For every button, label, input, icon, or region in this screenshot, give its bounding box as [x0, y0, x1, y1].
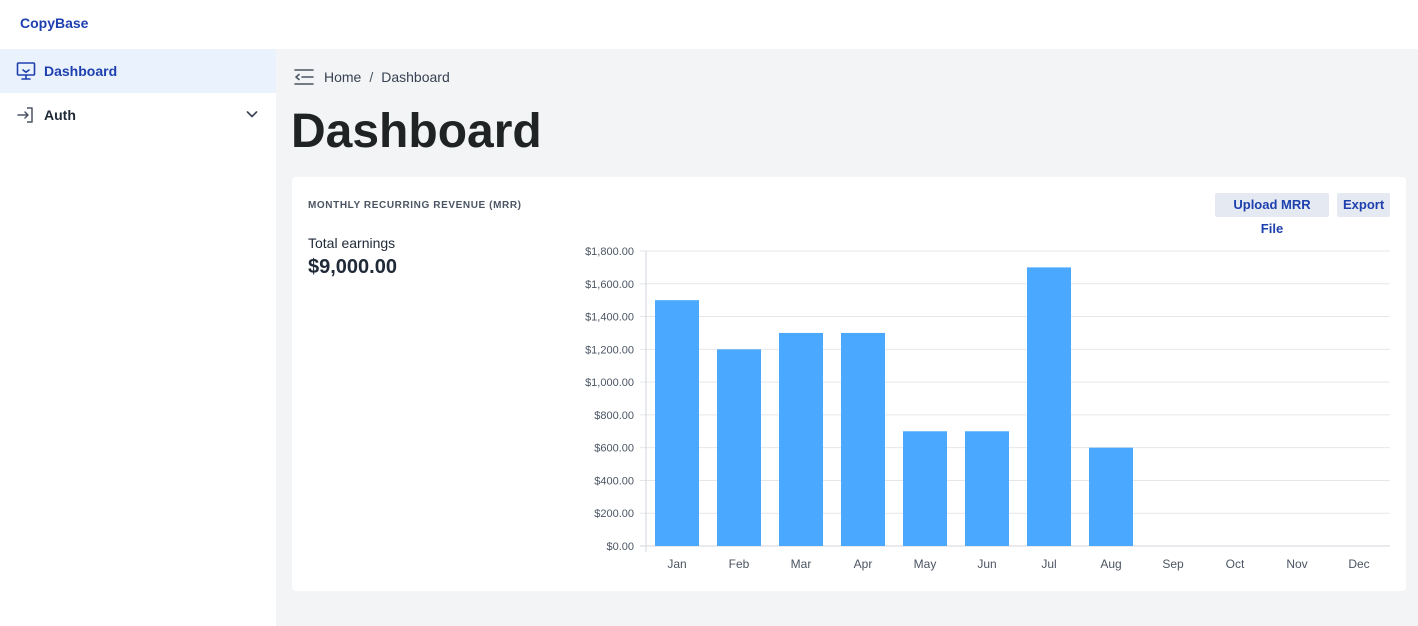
sidebar-item-label: Dashboard	[44, 63, 118, 79]
bar	[903, 431, 947, 546]
mrr-card: $0.00 $200.00 $400.00 $600.00 $800.00 $1,000.…	[292, 177, 1406, 591]
bar	[779, 332, 823, 546]
total-earnings-value: $9,000.00	[308, 256, 397, 278]
brand-logo[interactable]: CopyBase	[20, 15, 88, 31]
bar	[717, 349, 761, 546]
y-tick-label: $1,400.00	[585, 312, 634, 324]
export-button[interactable]: Export	[1337, 193, 1390, 217]
breadcrumb: Home / Dashboard	[293, 66, 450, 88]
y-tick-label: $1,000.00	[585, 377, 634, 389]
sidebar-item-auth[interactable]: Auth	[0, 93, 276, 137]
page-title: Dashboard	[291, 105, 542, 158]
top-bar: CopyBase	[0, 0, 1418, 49]
total-earnings-label: Total earnings	[308, 235, 396, 251]
x-tick-label: May	[914, 557, 937, 571]
y-tick-label: $200.00	[594, 508, 634, 520]
sidebar: Dashboard Auth	[0, 49, 276, 626]
sidebar-item-dashboard[interactable]: Dashboard	[0, 49, 276, 93]
sign-in-icon	[16, 105, 36, 125]
x-tick-label: Feb	[729, 557, 750, 571]
bar	[841, 332, 885, 546]
y-tick-label: $0.00	[606, 541, 634, 553]
bar	[655, 300, 699, 546]
y-tick-label: $1,200.00	[585, 344, 634, 356]
mrr-bar-chart: $0.00 $200.00 $400.00 $600.00 $800.00 $1,000.…	[585, 246, 1390, 571]
breadcrumb-separator: /	[369, 69, 374, 85]
card-title: MONTHLY RECURRING REVENUE (MRR)	[308, 200, 522, 211]
bar	[1089, 447, 1133, 546]
x-tick-label: Jan	[667, 557, 686, 571]
bar	[965, 431, 1009, 546]
y-tick-label: $1,800.00	[585, 246, 634, 258]
x-tick-label: Apr	[854, 557, 873, 571]
sidebar-item-label: Auth	[44, 107, 76, 123]
x-tick-label: Aug	[1100, 557, 1121, 571]
chevron-down-icon[interactable]	[244, 106, 260, 122]
x-tick-label: Oct	[1226, 557, 1245, 571]
x-tick-label: Jun	[977, 557, 996, 571]
bar	[1027, 267, 1071, 546]
x-tick-label: Nov	[1286, 557, 1307, 571]
y-tick-label: $400.00	[594, 475, 634, 487]
y-tick-label: $600.00	[594, 443, 634, 455]
x-tick-label: Sep	[1162, 557, 1184, 571]
x-tick-label: Dec	[1348, 557, 1369, 571]
breadcrumb-home[interactable]: Home	[324, 69, 361, 85]
x-tick-label: Jul	[1041, 557, 1056, 571]
sidebar-toggle-icon[interactable]	[293, 67, 315, 87]
y-tick-label: $1,600.00	[585, 279, 634, 291]
monitor-icon	[16, 61, 36, 81]
x-tick-label: Mar	[791, 557, 812, 571]
breadcrumb-current: Dashboard	[381, 69, 450, 85]
y-tick-label: $800.00	[594, 410, 634, 422]
upload-mrr-file-button[interactable]: Upload MRR File	[1215, 193, 1329, 236]
